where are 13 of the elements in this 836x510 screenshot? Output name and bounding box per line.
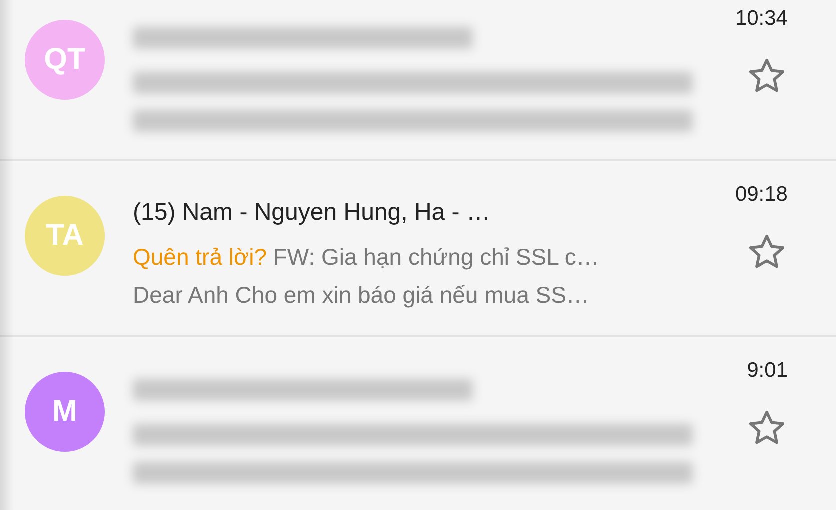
time-label: 9:01 [747, 358, 788, 384]
avatar: M [25, 372, 105, 452]
time-label: 10:34 [735, 6, 788, 32]
time-label: 09:18 [735, 182, 788, 208]
star-icon[interactable] [748, 410, 786, 446]
sender-name: (15) Nam - Nguyen Hung, Ha - … [133, 199, 490, 226]
star-icon[interactable] [748, 234, 786, 270]
avatar: QT [25, 20, 105, 100]
reminder-label: Quên trả lời? [133, 244, 267, 270]
avatar: TA [25, 196, 105, 276]
star-icon[interactable] [748, 58, 786, 94]
subject-text: FW: Gia hạn chứng chỉ SSL c… [272, 244, 600, 270]
snippet-text: Dear Anh Cho em xin báo giá nếu mua SS… [133, 282, 590, 308]
